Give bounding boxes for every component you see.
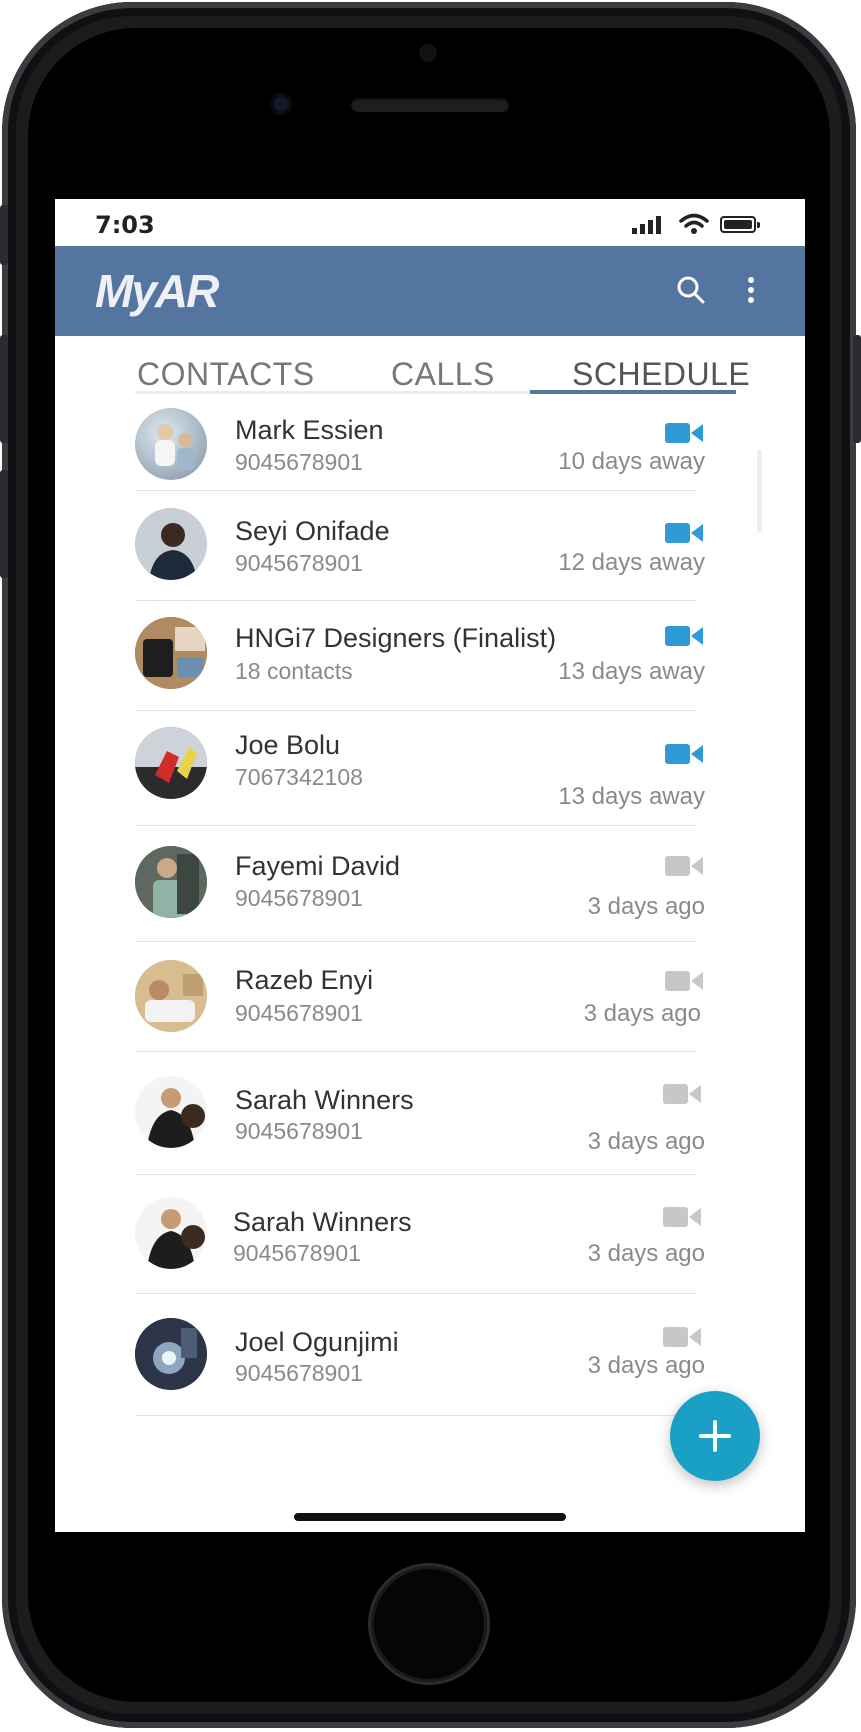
more-options-button[interactable]	[729, 268, 773, 312]
avatar-photo	[135, 727, 207, 799]
list-item[interactable]: Razeb Enyi 9045678901 3 days ago	[135, 942, 775, 1052]
avatar-photo	[135, 960, 207, 1032]
earpiece-speaker	[351, 98, 509, 112]
avatar-photo	[135, 846, 207, 918]
list-item[interactable]: Joel Ogunjimi 9045678901 3 days ago	[135, 1294, 775, 1416]
tab-bar: CONTACTS CALLS SCHEDULE	[55, 336, 805, 398]
battery-icon	[720, 216, 760, 233]
avatar	[135, 1318, 207, 1390]
video-camera-icon[interactable]	[665, 742, 703, 766]
search-button[interactable]	[669, 268, 713, 312]
cellular-signal-icon	[632, 216, 661, 234]
list-item[interactable]: Joe Bolu 7067342108 13 days away	[135, 711, 775, 826]
schedule-time: 13 days away	[558, 658, 705, 685]
status-bar: 7:03	[55, 199, 805, 246]
video-camera-icon[interactable]	[665, 421, 703, 445]
contact-name: Joe Bolu	[235, 730, 341, 760]
contact-detail: 9045678901	[235, 885, 363, 911]
schedule-time: 3 days ago	[587, 893, 705, 920]
avatar-photo	[135, 617, 207, 689]
tab-calls[interactable]: CALLS	[391, 356, 495, 393]
video-camera-icon[interactable]	[663, 1082, 701, 1106]
volume-down-button	[0, 470, 8, 578]
contact-detail: 9045678901	[235, 449, 363, 475]
contact-name: Seyi Onifade	[235, 516, 390, 546]
schedule-time: 10 days away	[558, 448, 705, 475]
plus-icon	[699, 1420, 731, 1452]
avatar-photo	[155, 424, 195, 470]
contact-detail: 7067342108	[235, 764, 363, 790]
video-camera-icon[interactable]	[665, 521, 703, 545]
list-item[interactable]: Mark Essien 9045678901 10 days away	[135, 398, 775, 491]
contact-detail: 9045678901	[235, 1000, 363, 1026]
avatar-photo	[135, 1076, 207, 1148]
contact-name: Sarah Winners	[233, 1207, 412, 1237]
video-camera-icon[interactable]	[665, 854, 703, 878]
avatar	[135, 1076, 207, 1148]
contact-name: Fayemi David	[235, 851, 401, 881]
avatar	[135, 617, 207, 689]
contact-name: Sarah Winners	[235, 1085, 414, 1115]
more-vert-icon	[748, 277, 754, 303]
avatar	[135, 846, 207, 918]
avatar	[135, 1197, 207, 1269]
contact-detail: 9045678901	[235, 550, 363, 576]
front-camera	[270, 93, 292, 115]
video-camera-icon[interactable]	[663, 1325, 701, 1349]
list-item[interactable]: Sarah Winners 9045678901 3 days ago	[135, 1175, 775, 1294]
avatar	[135, 727, 207, 799]
volume-up-button	[0, 335, 8, 443]
row-divider	[135, 1415, 697, 1416]
contact-name: Mark Essien	[235, 415, 384, 445]
app-logo: MyAR	[95, 265, 219, 317]
status-time: 7:03	[95, 211, 155, 239]
contact-detail: 9045678901	[233, 1240, 361, 1266]
schedule-time: 12 days away	[558, 549, 705, 576]
tab-contacts[interactable]: CONTACTS	[137, 356, 315, 393]
video-camera-icon[interactable]	[665, 624, 703, 648]
schedule-time: 3 days ago	[587, 1240, 705, 1267]
list-item[interactable]: HNGi7 Designers (Finalist) 18 contacts 1…	[135, 601, 775, 711]
contact-detail: 9045678901	[235, 1360, 363, 1386]
contact-name: HNGi7 Designers (Finalist)	[235, 623, 557, 653]
contact-name: Razeb Enyi	[235, 965, 374, 995]
avatar-photo	[135, 508, 207, 580]
avatar-photo	[135, 1318, 207, 1390]
list-item[interactable]: Fayemi David 9045678901 3 days ago	[135, 826, 775, 942]
power-button	[853, 335, 861, 443]
schedule-time: 3 days ago	[583, 1000, 701, 1027]
avatar	[135, 508, 207, 580]
video-camera-icon[interactable]	[663, 1205, 701, 1229]
schedule-time: 3 days ago	[587, 1128, 705, 1155]
mute-switch	[0, 205, 8, 265]
search-icon	[677, 276, 705, 304]
proximity-sensor	[419, 44, 437, 62]
contact-detail: 9045678901	[235, 1118, 363, 1144]
list-item[interactable]: Sarah Winners 9045678901 3 days ago	[135, 1052, 775, 1175]
add-schedule-button[interactable]	[670, 1391, 760, 1481]
contact-name: Joel Ogunjimi	[235, 1327, 399, 1357]
home-indicator[interactable]	[294, 1513, 566, 1521]
tab-schedule[interactable]: SCHEDULE	[572, 356, 750, 393]
avatar	[135, 960, 207, 1032]
tab-active-indicator	[530, 390, 736, 394]
video-camera-icon[interactable]	[665, 969, 703, 993]
app-screen: 7:03 MyAR CONTACTS CALLS SCHEDULE Mark E…	[55, 199, 805, 1532]
home-button[interactable]	[371, 1566, 487, 1682]
app-bar: MyAR	[55, 246, 805, 336]
wifi-icon	[679, 213, 709, 234]
schedule-time: 13 days away	[558, 783, 705, 810]
avatar-photo	[135, 1197, 207, 1269]
schedule-time: 3 days ago	[587, 1352, 705, 1379]
avatar	[135, 408, 207, 480]
list-item[interactable]: Seyi Onifade 9045678901 12 days away	[135, 491, 775, 601]
contact-detail: 18 contacts	[235, 658, 353, 684]
